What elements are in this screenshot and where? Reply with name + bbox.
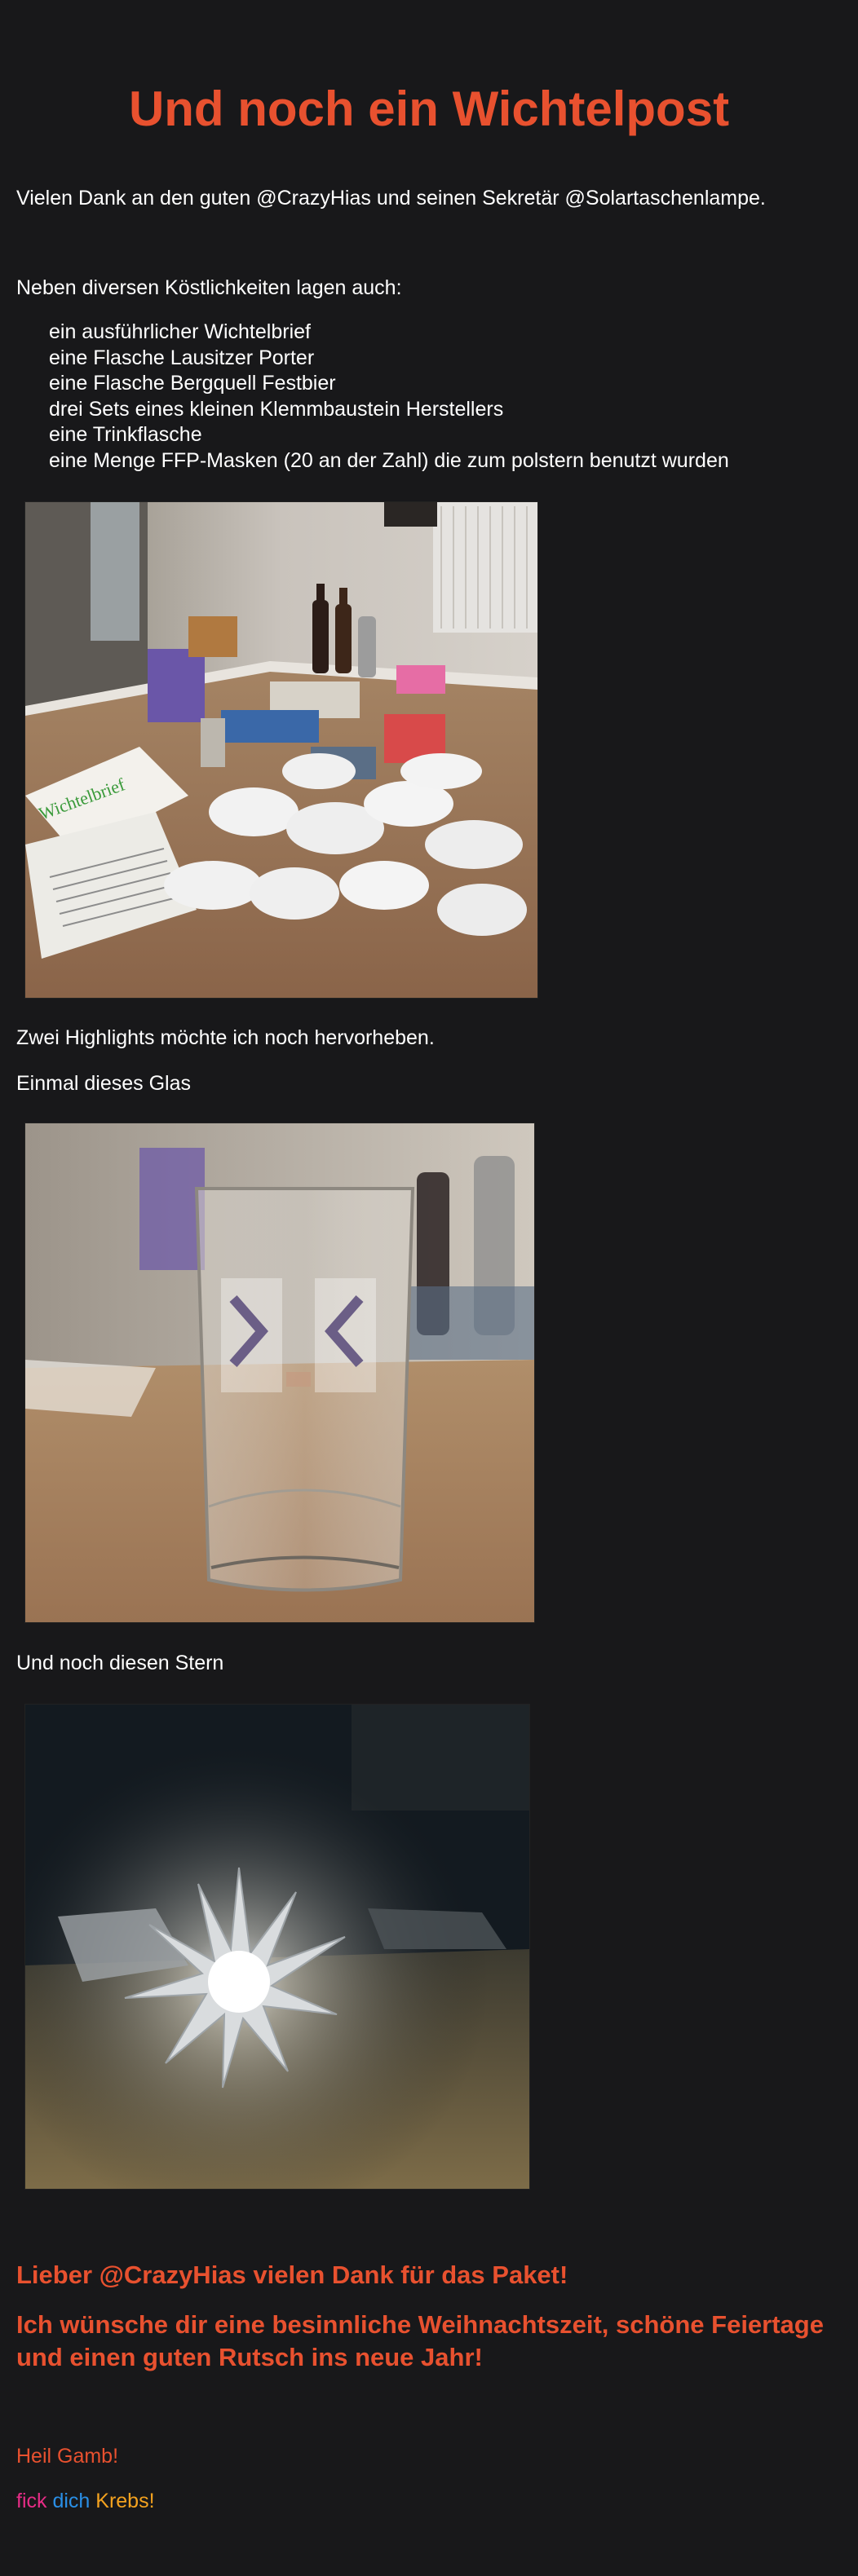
list-item: eine Menge FFP-Masken (20 an der Zahl) d…: [49, 448, 729, 472]
star-intro: Und noch diesen Stern: [16, 1652, 224, 1674]
wishes-text: Ich wünsche dir eine besinnliche Weihnac…: [16, 2310, 824, 2372]
contents-list: ein ausführlicher Wichtelbrief eine Flas…: [49, 320, 729, 474]
signoff-word-1: fick: [16, 2490, 47, 2512]
list-item: ein ausführlicher Wichtelbrief: [49, 320, 311, 343]
star-photo: [24, 1704, 530, 2190]
contents-intro: Neben diversen Köstlichkeiten lagen auch…: [16, 276, 402, 299]
list-item: drei Sets eines kleinen Klemmbaustein He…: [49, 397, 504, 421]
glass-photo-illustration: [25, 1123, 534, 1622]
list-item: eine Flasche Lausitzer Porter: [49, 346, 315, 369]
star-photo-illustration: [25, 1705, 529, 2189]
post-title: Und noch ein Wichtelpost: [128, 82, 730, 136]
list-item: eine Trinkflasche: [49, 423, 202, 446]
glass-photo: [24, 1123, 535, 1623]
thanks-text: Lieber @CrazyHias vielen Dank für das Pa…: [16, 2261, 568, 2289]
package-photo-illustration: Wichtelbrief: [25, 502, 537, 998]
signoff: fick dich Krebs!: [16, 2490, 155, 2513]
signoff-word-2: dich: [52, 2490, 91, 2512]
post-page: Und noch ein Wichtelpost Vielen Dank an …: [0, 0, 858, 2576]
highlights-text: Zwei Highlights möchte ich noch hervorhe…: [16, 1026, 435, 1049]
list-item: eine Flasche Bergquell Festbier: [49, 372, 336, 395]
glass-intro: Einmal dieses Glas: [16, 1072, 191, 1095]
signoff-word-3: Krebs!: [95, 2490, 155, 2512]
package-photo: Wichtelbrief: [24, 501, 538, 999]
intro-text: Vielen Dank an den guten @CrazyHias und …: [16, 187, 766, 210]
greeting-text: Heil Gamb!: [16, 2445, 119, 2468]
